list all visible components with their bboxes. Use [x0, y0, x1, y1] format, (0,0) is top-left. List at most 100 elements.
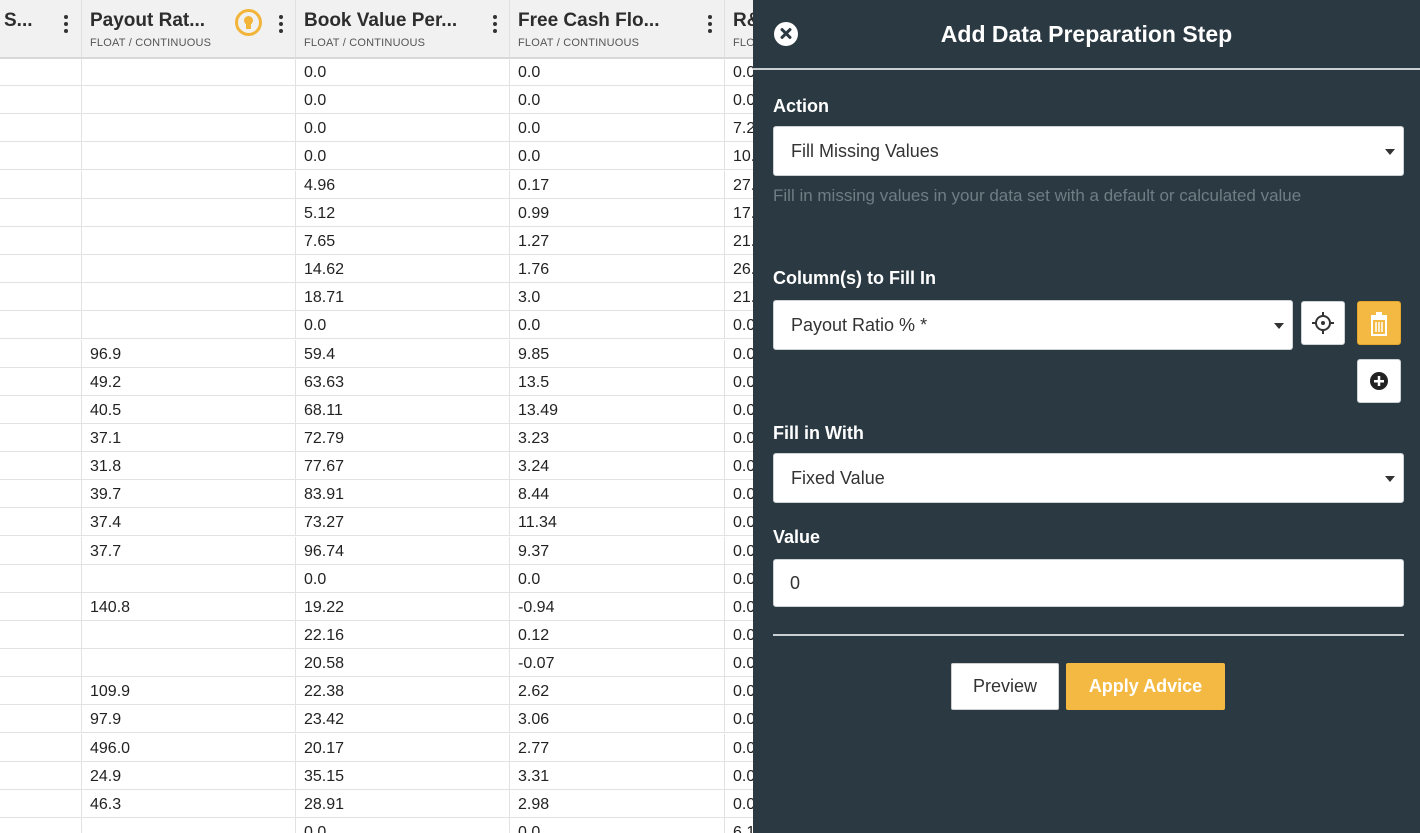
- table-cell[interactable]: 26.: [725, 255, 753, 283]
- table-cell[interactable]: 140.8: [82, 592, 296, 621]
- table-cell[interactable]: [0, 480, 82, 509]
- table-cell[interactable]: 22.16: [296, 621, 510, 649]
- table-cell[interactable]: [0, 733, 82, 762]
- table-cell[interactable]: [82, 142, 296, 171]
- table-cell[interactable]: 21.: [725, 227, 753, 255]
- table-cell[interactable]: 3.0: [510, 283, 725, 312]
- table-cell[interactable]: 11.34: [510, 508, 725, 537]
- table-cell[interactable]: 59.4: [296, 339, 510, 368]
- table-cell[interactable]: -0.07: [510, 649, 725, 678]
- add-column-button[interactable]: [1357, 359, 1401, 403]
- column-header-book-value[interactable]: Book Value Per... FLOAT / CONTINUOUS: [296, 0, 510, 57]
- table-cell[interactable]: 13.5: [510, 367, 725, 396]
- table-cell[interactable]: 0.0: [296, 818, 510, 833]
- table-cell[interactable]: 83.91: [296, 480, 510, 509]
- table-cell[interactable]: 63.63: [296, 367, 510, 396]
- table-cell[interactable]: 3.23: [510, 423, 725, 452]
- table-cell[interactable]: 96.74: [296, 536, 510, 565]
- table-cell[interactable]: [0, 170, 82, 199]
- table-cell[interactable]: [0, 367, 82, 396]
- delete-column-button[interactable]: [1357, 301, 1401, 345]
- table-cell[interactable]: [0, 452, 82, 481]
- table-cell[interactable]: 9.37: [510, 536, 725, 565]
- table-cell[interactable]: 14.62: [296, 255, 510, 284]
- table-cell[interactable]: 0.0: [725, 424, 753, 452]
- table-cell[interactable]: [82, 58, 296, 86]
- table-cell[interactable]: [82, 255, 296, 284]
- table-cell[interactable]: 0.0: [510, 818, 725, 833]
- table-cell[interactable]: 0.0: [725, 86, 753, 114]
- table-cell[interactable]: 27.: [725, 171, 753, 199]
- table-cell[interactable]: 2.77: [510, 733, 725, 762]
- column-menu-icon[interactable]: [62, 13, 70, 35]
- table-cell[interactable]: [0, 114, 82, 143]
- table-cell[interactable]: 10.: [725, 142, 753, 170]
- table-cell[interactable]: 0.0: [725, 705, 753, 733]
- table-cell[interactable]: [82, 170, 296, 199]
- table-cell[interactable]: [0, 818, 82, 833]
- table-cell[interactable]: 72.79: [296, 423, 510, 452]
- action-select[interactable]: Fill Missing Values: [773, 126, 1404, 176]
- table-cell[interactable]: 1.27: [510, 226, 725, 255]
- table-cell[interactable]: 0.0: [725, 480, 753, 508]
- column-header-free-cash-flow[interactable]: Free Cash Flo... FLOAT / CONTINUOUS: [510, 0, 725, 57]
- table-cell[interactable]: 9.85: [510, 339, 725, 368]
- columns-to-fill-select[interactable]: Payout Ratio % *: [773, 300, 1293, 350]
- table-cell[interactable]: 8.44: [510, 480, 725, 509]
- table-cell[interactable]: 40.5: [82, 395, 296, 424]
- preview-button[interactable]: Preview: [951, 663, 1059, 710]
- table-cell[interactable]: 0.0: [725, 790, 753, 818]
- table-cell[interactable]: 17.: [725, 199, 753, 227]
- table-cell[interactable]: 23.42: [296, 705, 510, 734]
- table-cell[interactable]: 4.96: [296, 170, 510, 199]
- table-cell[interactable]: 37.1: [82, 423, 296, 452]
- table-cell[interactable]: -0.94: [510, 592, 725, 621]
- table-cell[interactable]: 0.0: [296, 142, 510, 171]
- table-cell[interactable]: 0.0: [725, 649, 753, 677]
- table-cell[interactable]: 0.0: [296, 564, 510, 593]
- column-menu-icon[interactable]: [491, 13, 499, 35]
- table-cell[interactable]: 0.0: [510, 564, 725, 593]
- table-cell[interactable]: [82, 86, 296, 115]
- table-cell[interactable]: [0, 86, 82, 115]
- table-cell[interactable]: 0.0: [725, 508, 753, 536]
- table-cell[interactable]: 49.2: [82, 367, 296, 396]
- table-cell[interactable]: 3.31: [510, 761, 725, 790]
- column-menu-icon[interactable]: [706, 13, 714, 35]
- table-cell[interactable]: 5.12: [296, 198, 510, 227]
- table-cell[interactable]: [0, 311, 82, 340]
- column-menu-icon[interactable]: [277, 13, 285, 35]
- table-cell[interactable]: 31.8: [82, 452, 296, 481]
- table-cell[interactable]: [0, 58, 82, 86]
- table-cell[interactable]: 0.0: [725, 762, 753, 790]
- table-cell[interactable]: [0, 255, 82, 284]
- table-cell[interactable]: 0.0: [725, 396, 753, 424]
- column-header-s[interactable]: S...: [0, 0, 82, 57]
- value-input[interactable]: [773, 559, 1404, 607]
- apply-advice-button[interactable]: Apply Advice: [1066, 663, 1225, 710]
- table-cell[interactable]: 73.27: [296, 508, 510, 537]
- table-cell[interactable]: [82, 818, 296, 833]
- table-cell[interactable]: 24.9: [82, 761, 296, 790]
- table-cell[interactable]: 13.49: [510, 395, 725, 424]
- table-cell[interactable]: [82, 311, 296, 340]
- table-cell[interactable]: [0, 198, 82, 227]
- table-cell[interactable]: 21.: [725, 283, 753, 311]
- table-cell[interactable]: 20.17: [296, 733, 510, 762]
- table-cell[interactable]: 0.0: [296, 114, 510, 143]
- table-cell[interactable]: [0, 395, 82, 424]
- table-cell[interactable]: 7.2: [725, 114, 753, 142]
- table-cell[interactable]: [0, 789, 82, 818]
- fill-with-select[interactable]: Fixed Value: [773, 453, 1404, 503]
- table-cell[interactable]: [82, 198, 296, 227]
- table-cell[interactable]: [0, 339, 82, 368]
- table-cell[interactable]: 0.0: [725, 58, 753, 86]
- table-cell[interactable]: 96.9: [82, 339, 296, 368]
- column-header-payout-ratio[interactable]: Payout Rat... FLOAT / CONTINUOUS: [82, 0, 296, 57]
- table-cell[interactable]: 0.0: [725, 311, 753, 339]
- table-cell[interactable]: [0, 564, 82, 593]
- table-cell[interactable]: 496.0: [82, 733, 296, 762]
- table-cell[interactable]: 0.0: [510, 142, 725, 171]
- table-cell[interactable]: [0, 705, 82, 734]
- table-cell[interactable]: [82, 283, 296, 312]
